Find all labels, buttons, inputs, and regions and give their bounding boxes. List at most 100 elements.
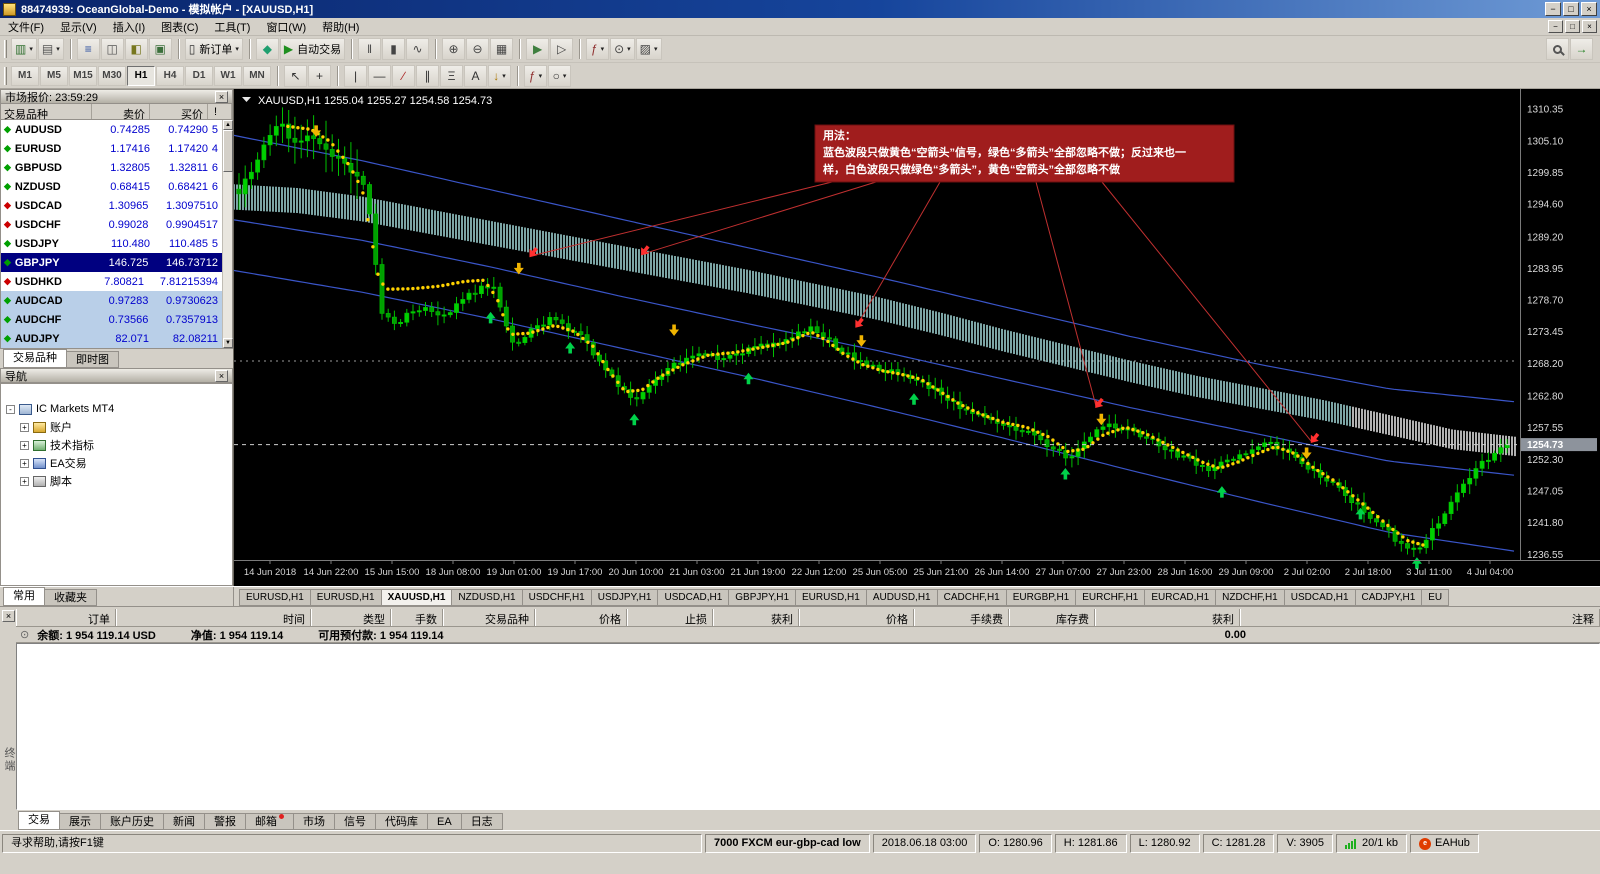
terminal-close-icon[interactable]: ×	[2, 610, 15, 622]
timeframe-m5[interactable]: M5	[40, 65, 68, 86]
navigator-item-experts[interactable]: + EA交易	[1, 454, 232, 472]
orders-col-5[interactable]: 价格	[535, 609, 627, 626]
terminal-tab-信号[interactable]: 信号	[334, 813, 376, 830]
orders-col-0[interactable]: 订单	[16, 609, 116, 626]
profiles-button[interactable]: ▤ ▾	[37, 38, 64, 60]
market-watch-col-3[interactable]: !	[208, 104, 232, 119]
crosshair-button[interactable]: +	[308, 64, 331, 87]
status-feed[interactable]: 7000 FXCM eur-gbp-cad low	[705, 834, 870, 853]
vertical-line-button[interactable]: |	[344, 64, 367, 87]
cursor-button[interactable]: ↖	[284, 64, 307, 87]
candle-chart-mode-button[interactable]: ▮	[382, 38, 406, 60]
orders-col-3[interactable]: 手数	[391, 609, 443, 626]
market-watch-col-1[interactable]: 卖价	[92, 104, 150, 121]
expand-icon[interactable]: +	[20, 476, 29, 486]
tile-windows-button[interactable]: ▦	[490, 38, 514, 60]
market-watch-col-0[interactable]: 交易品种	[1, 104, 92, 121]
expand-icon[interactable]: +	[20, 458, 29, 468]
minimize-button[interactable]: −	[1545, 2, 1561, 16]
market-watch-button[interactable]: ≡	[76, 38, 100, 60]
chart-shift-button[interactable]: ▷	[550, 38, 574, 60]
menu-item-5[interactable]: 窗口(W)	[258, 17, 314, 37]
chart-tab[interactable]: NZDCHF,H1	[1215, 589, 1285, 606]
menu-item-1[interactable]: 显示(V)	[52, 17, 105, 37]
timeframe-m1[interactable]: M1	[11, 65, 39, 86]
chart-tab[interactable]: EURGBP,H1	[1005, 589, 1077, 606]
forward-button[interactable]: →	[1570, 38, 1593, 60]
maximize-button[interactable]: □	[1563, 2, 1579, 16]
bar-chart-mode-button[interactable]: ‖	[358, 38, 382, 60]
market-watch-row[interactable]: ◆ AUDJPY 82.071 82.082 11	[1, 329, 232, 348]
terminal-tab-邮箱[interactable]: 邮箱	[245, 813, 294, 830]
scroll-up-icon[interactable]: ▲	[223, 120, 233, 130]
chart-tab[interactable]: EURUSD,H1	[309, 589, 382, 606]
market-watch-tab-即时图[interactable]: 即时图	[66, 351, 119, 368]
chart-window[interactable]: 用法： 蓝色波段只做黄色“空箭头”信号，绿色“多箭头”全部忽略不做；反过来也一 样，…	[233, 89, 1600, 586]
chart-tab[interactable]: XAUUSD,H1	[380, 589, 453, 606]
market-watch-row[interactable]: ◆ GBPUSD 1.32805 1.32811 6	[1, 158, 232, 177]
chart-tab[interactable]: EURUSD,H1	[795, 589, 867, 606]
new-order-button[interactable]: ▯ 新订单 ▾	[184, 38, 243, 60]
market-watch-row[interactable]: ◆ USDCAD 1.30965 1.30975 10	[1, 196, 232, 215]
chart-close-button[interactable]: ×	[1582, 20, 1597, 33]
chart-tab[interactable]: CADCHF,H1	[936, 589, 1007, 606]
line-chart-mode-button[interactable]: ∿	[406, 38, 430, 60]
terminal-button[interactable]: ▣	[148, 38, 172, 60]
orders-col-4[interactable]: 交易品种	[443, 609, 535, 626]
chart-tab[interactable]: USDCAD,H1	[1283, 589, 1356, 606]
terminal-tab-市场[interactable]: 市场	[293, 813, 335, 830]
market-watch-row[interactable]: ◆ NZDUSD 0.68415 0.68421 6	[1, 177, 232, 196]
add-indicator-button[interactable]: ƒ ▾	[524, 64, 547, 87]
mql-community-button[interactable]: ◆	[255, 38, 279, 60]
navigator-root[interactable]: - IC Markets MT4	[1, 400, 232, 418]
terminal-tab-展示[interactable]: 展示	[59, 813, 101, 830]
scroll-thumb[interactable]	[223, 130, 233, 172]
zoom-in-button[interactable]: ⊕	[442, 38, 466, 60]
orders-col-11[interactable]: 获利	[1095, 609, 1240, 626]
chart-tab[interactable]: EU	[1421, 589, 1450, 606]
timeframe-m30[interactable]: M30	[98, 65, 126, 86]
fibonacci-button[interactable]: Ξ	[440, 64, 463, 87]
chart-tab[interactable]: USDCAD,H1	[657, 589, 730, 606]
auto-scroll-button[interactable]: ▶	[526, 38, 550, 60]
close-icon[interactable]: ×	[215, 369, 228, 382]
chart-tab[interactable]: USDJPY,H1	[590, 589, 659, 606]
market-watch-row[interactable]: ◆ USDJPY 110.480 110.485 5	[1, 234, 232, 253]
market-watch-scrollbar[interactable]: ▲ ▼	[222, 120, 233, 348]
timeframe-h4[interactable]: H4	[156, 65, 184, 86]
zoom-out-button[interactable]: ⊖	[466, 38, 490, 60]
trendline-button[interactable]: ∕	[392, 64, 415, 87]
orders-col-7[interactable]: 获利	[713, 609, 799, 626]
chart-tab[interactable]: EURCHF,H1	[1075, 589, 1146, 606]
terminal-tab-EA[interactable]: EA	[427, 813, 462, 830]
market-watch-row[interactable]: ◆ USDCHF 0.99028 0.99045 17	[1, 215, 232, 234]
chart-tab[interactable]: USDCHF,H1	[521, 589, 592, 606]
periods-button[interactable]: ⊙ ▾	[610, 38, 635, 60]
terminal-tab-新闻[interactable]: 新闻	[163, 813, 205, 830]
chart-tab[interactable]: NZDUSD,H1	[451, 589, 523, 606]
timeframe-h1[interactable]: H1	[127, 65, 155, 86]
text-label-button[interactable]: A	[464, 64, 487, 87]
orders-col-2[interactable]: 类型	[311, 609, 391, 626]
market-watch-row[interactable]: ◆ EURUSD 1.17416 1.17420 4	[1, 139, 232, 158]
expand-icon[interactable]: +	[20, 440, 29, 450]
navigator-tab-收藏夹[interactable]: 收藏夹	[44, 589, 97, 606]
object-list-button[interactable]: ○ ▾	[548, 64, 571, 87]
menu-item-6[interactable]: 帮助(H)	[314, 17, 367, 37]
chart-tab[interactable]: CADJPY,H1	[1354, 589, 1423, 606]
scroll-down-icon[interactable]: ▼	[223, 338, 233, 348]
orders-col-12[interactable]: 注释	[1240, 609, 1600, 626]
menu-item-0[interactable]: 文件(F)	[0, 17, 52, 37]
orders-col-6[interactable]: 止损	[627, 609, 713, 626]
equidistant-channel-button[interactable]: ∥	[416, 64, 439, 87]
market-watch-row[interactable]: ◆ USDHKD 7.80821 7.81215 394	[1, 272, 232, 291]
market-watch-tab-交易品种[interactable]: 交易品种	[3, 349, 67, 368]
market-watch-row[interactable]: ◆ GBPJPY 146.725 146.737 12	[1, 253, 232, 272]
chart-tab[interactable]: EURCAD,H1	[1144, 589, 1217, 606]
terminal-tab-日志[interactable]: 日志	[460, 813, 503, 830]
orders-col-10[interactable]: 库存费	[1009, 609, 1095, 626]
navigator-item-indicators[interactable]: + 技术指标	[1, 436, 232, 454]
chart-tab[interactable]: AUDUSD,H1	[865, 589, 938, 606]
autotrading-button[interactable]: ▶ 自动交易	[279, 38, 346, 60]
templates-button[interactable]: ▨ ▾	[635, 38, 662, 60]
